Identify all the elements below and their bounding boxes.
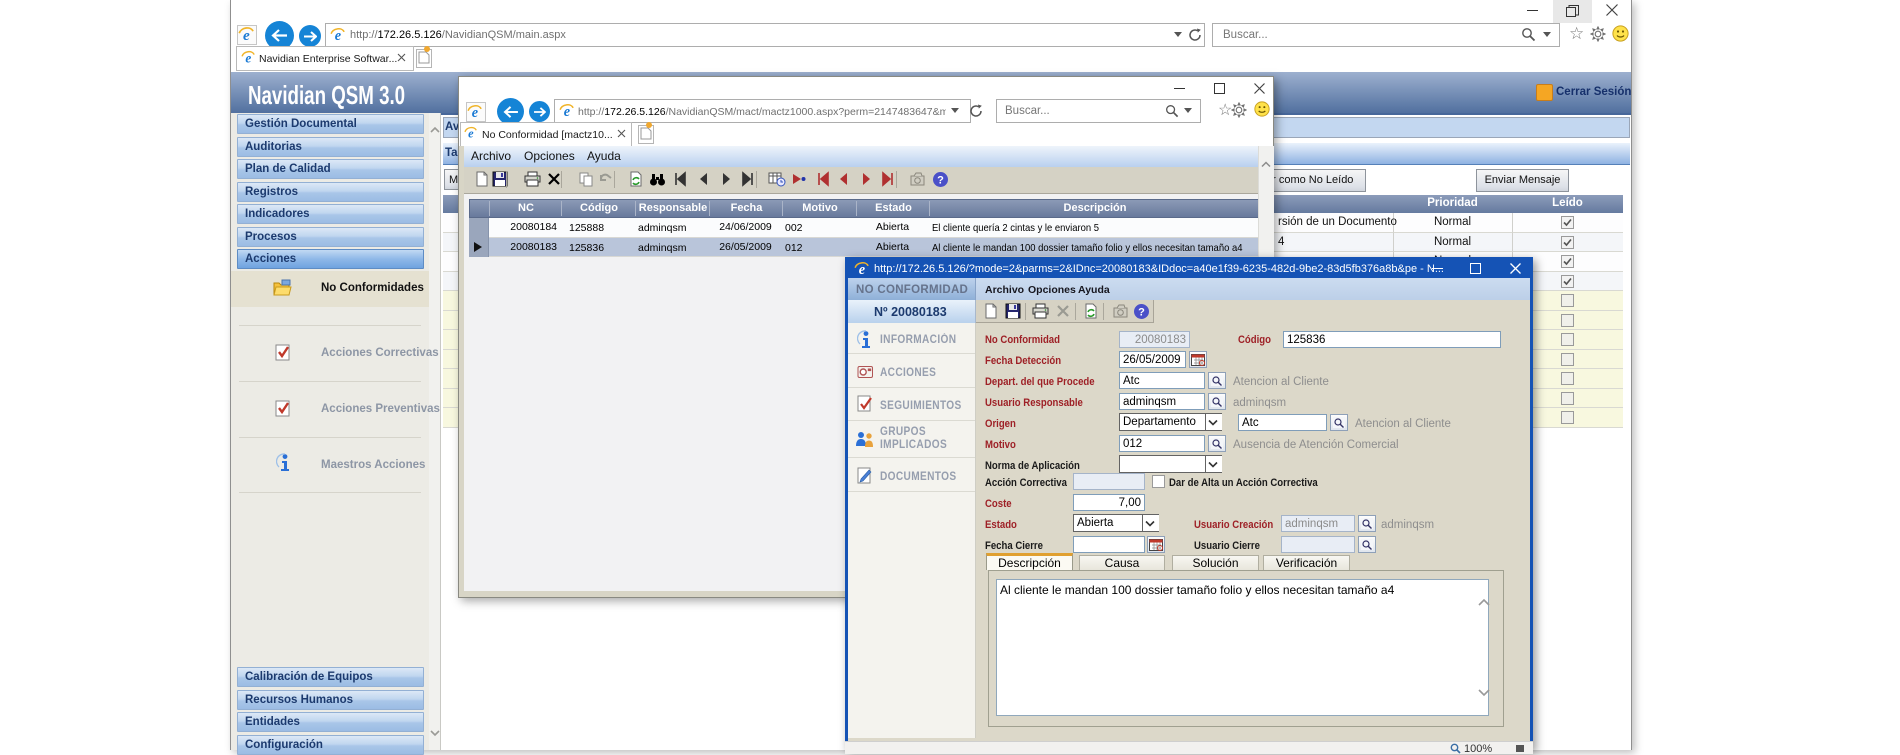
- svg-text:?: ?: [1138, 307, 1145, 319]
- svg-text:e: e: [564, 104, 571, 118]
- svg-text:e: e: [859, 262, 866, 276]
- svg-text:e: e: [472, 105, 479, 119]
- svg-text:?: ?: [937, 175, 944, 187]
- svg-text:e: e: [335, 28, 342, 42]
